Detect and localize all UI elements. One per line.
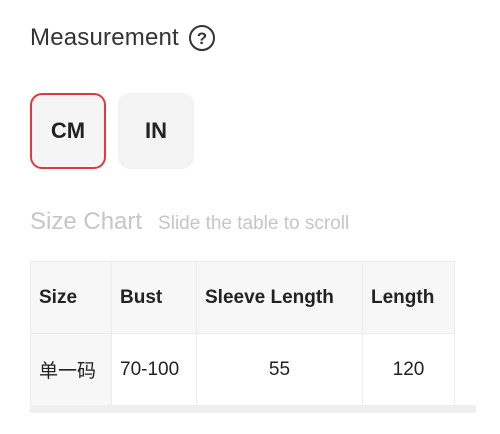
help-icon[interactable]: ?: [188, 25, 215, 51]
table-row: 单一码 70-100 55 120: [30, 333, 455, 406]
size-table-container[interactable]: Size Bust Sleeve Length Length 单一码 70-10…: [30, 261, 455, 406]
header-size: Size: [30, 261, 112, 334]
measurement-title: Measurement: [30, 24, 179, 51]
cell-size: 单一码: [30, 333, 112, 406]
scroll-hint: Slide the table to scroll: [158, 213, 350, 234]
cell-length: 120: [362, 333, 455, 406]
header-sleeve-length: Sleeve Length: [196, 261, 363, 334]
unit-in-button[interactable]: IN: [118, 93, 194, 169]
table-header-row: Size Bust Sleeve Length Length: [30, 261, 455, 334]
size-chart-header: Size Chart Slide the table to scroll: [30, 208, 349, 236]
unit-cm-button[interactable]: CM: [30, 93, 106, 169]
horizontal-scrollbar[interactable]: [30, 405, 476, 413]
header-length: Length: [362, 261, 455, 334]
size-table: Size Bust Sleeve Length Length 单一码 70-10…: [30, 261, 455, 406]
cell-bust: 70-100: [111, 333, 197, 406]
size-chart-title: Size Chart: [30, 208, 143, 235]
header-bust: Bust: [111, 261, 197, 334]
measurement-heading: Measurement ?: [30, 24, 215, 52]
cell-sleeve-length: 55: [196, 333, 363, 406]
